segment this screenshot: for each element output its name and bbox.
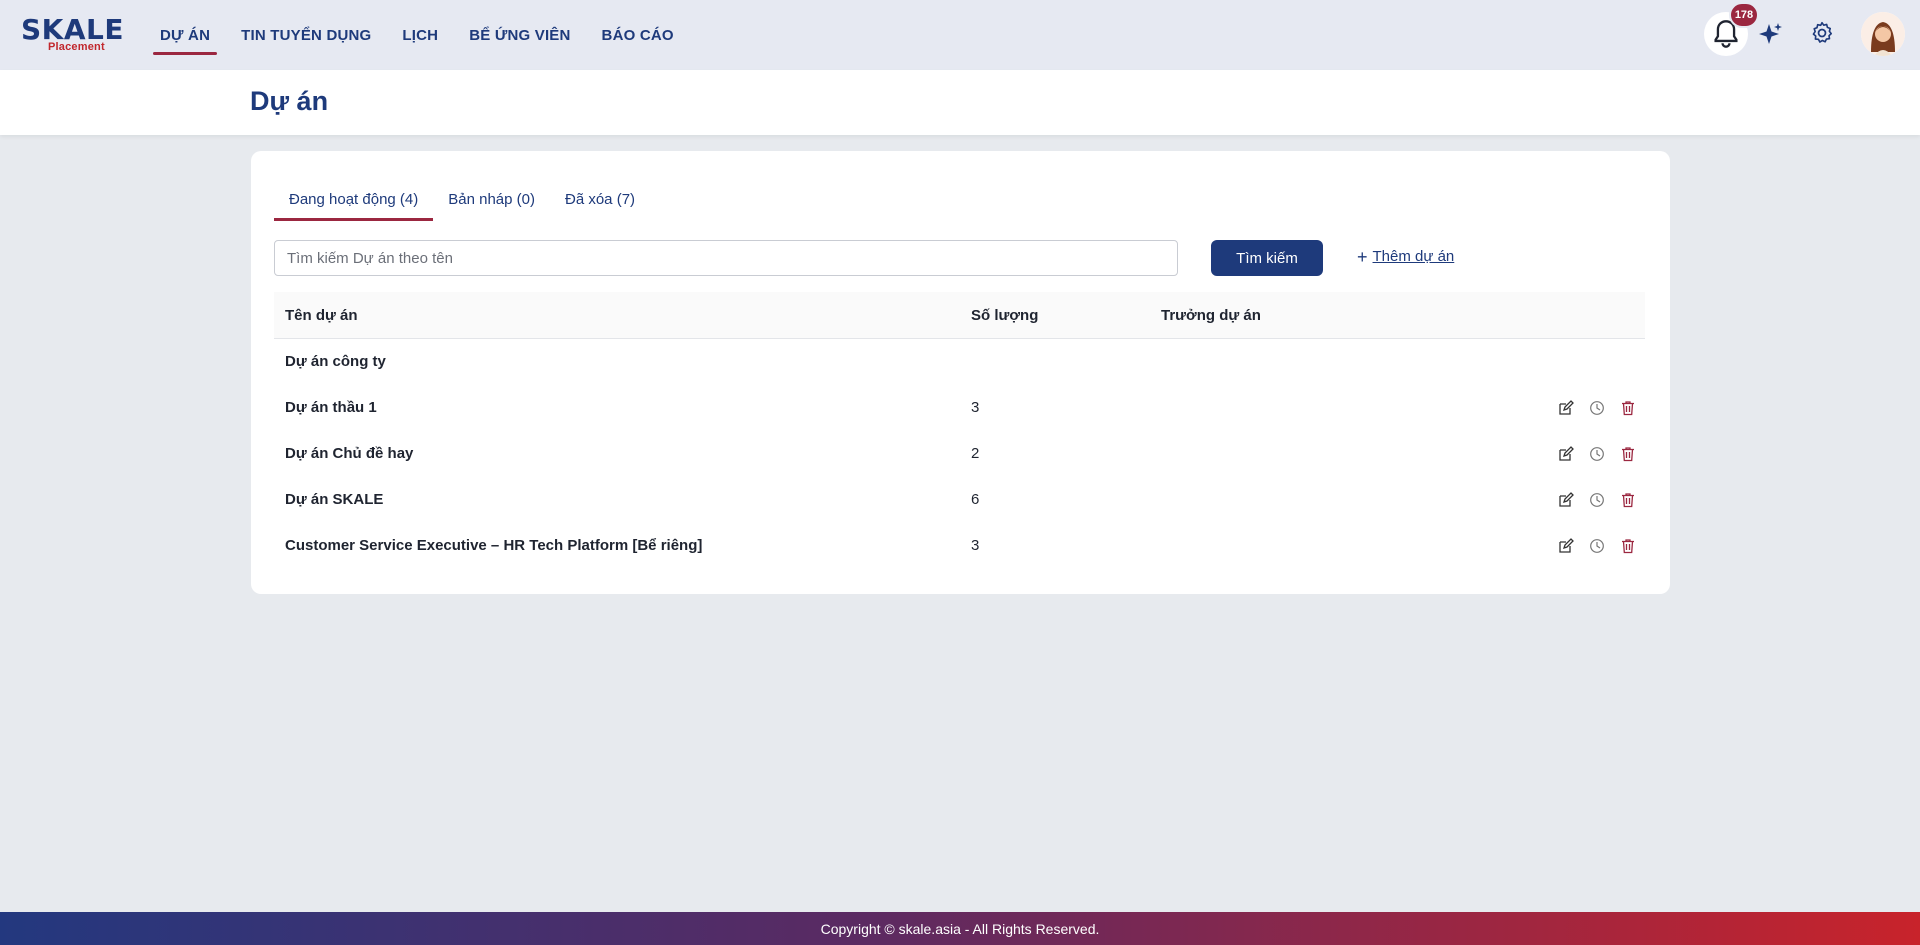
table-row[interactable]: Dự án thầu 1 3 — [274, 386, 1645, 432]
delete-icon[interactable] — [1618, 444, 1638, 464]
avatar-image — [1861, 12, 1905, 56]
row-actions — [1556, 536, 1649, 556]
project-quantity: 3 — [971, 399, 980, 416]
search-input[interactable] — [274, 240, 1178, 276]
tab-drafts[interactable]: Bản nháp (0) — [433, 183, 550, 221]
add-project-link[interactable]: + Thêm dự án — [1357, 246, 1455, 267]
row-actions — [1556, 490, 1649, 510]
project-quantity: 6 — [971, 491, 980, 508]
column-header-lead[interactable]: Trưởng dự án — [1161, 307, 1261, 324]
nav-item-du-an[interactable]: DỰ ÁN — [150, 0, 220, 70]
skale-logo[interactable]: SKALE Placement — [21, 13, 125, 56]
nav-item-tin-tuyen-dung[interactable]: TIN TUYỂN DỤNG — [231, 0, 381, 70]
project-status-tabs: Đang hoạt động (4) Bản nháp (0) Đã xóa (… — [274, 183, 650, 221]
column-header-name[interactable]: Tên dự án — [285, 307, 358, 324]
table-row[interactable]: Dự án SKALE 6 — [274, 478, 1645, 524]
history-icon[interactable] — [1587, 490, 1607, 510]
project-quantity: 2 — [971, 445, 980, 462]
notification-badge: 178 — [1729, 2, 1759, 28]
table-row[interactable]: Dự án Chủ đề hay 2 — [274, 432, 1645, 478]
nav-item-lich[interactable]: LỊCH — [392, 0, 448, 70]
tab-active-projects[interactable]: Đang hoạt động (4) — [274, 183, 434, 221]
project-name[interactable]: Dự án Chủ đề hay — [285, 445, 413, 462]
footer: Copyright © skale.asia - All Rights Rese… — [0, 912, 1920, 945]
plus-icon: + — [1357, 246, 1368, 267]
column-header-quantity[interactable]: Số lượng — [971, 307, 1038, 324]
delete-icon[interactable] — [1618, 490, 1638, 510]
add-project-label: Thêm dự án — [1372, 248, 1455, 265]
table-header: Tên dự án Số lượng Trưởng dự án — [274, 292, 1645, 339]
table-row[interactable]: Dự án công ty — [274, 340, 1645, 386]
project-name[interactable]: Dự án SKALE — [285, 491, 383, 508]
copyright-text: Copyright © skale.asia - All Rights Rese… — [820, 920, 1100, 937]
project-name[interactable]: Customer Service Executive – HR Tech Pla… — [285, 537, 702, 554]
history-icon[interactable] — [1587, 536, 1607, 556]
delete-icon[interactable] — [1618, 398, 1638, 418]
row-actions — [1556, 444, 1649, 464]
logo-subtitle: Placement — [48, 41, 105, 53]
history-icon[interactable] — [1587, 398, 1607, 418]
project-quantity: 3 — [971, 537, 980, 554]
edit-icon[interactable] — [1556, 536, 1576, 556]
nav-item-be-ung-vien[interactable]: BỂ ỨNG VIÊN — [459, 0, 580, 70]
search-button[interactable]: Tìm kiếm — [1211, 240, 1323, 276]
edit-icon[interactable] — [1556, 444, 1576, 464]
edit-icon[interactable] — [1556, 490, 1576, 510]
page-title: Dự án — [250, 86, 329, 116]
table-row[interactable]: Customer Service Executive – HR Tech Pla… — [274, 524, 1645, 570]
tab-deleted[interactable]: Đã xóa (7) — [550, 183, 650, 221]
project-name[interactable]: Dự án thầu 1 — [285, 399, 377, 416]
history-icon[interactable] — [1587, 444, 1607, 464]
sparkle-icon[interactable] — [1758, 22, 1784, 48]
nav-item-bao-cao[interactable]: BÁO CÁO — [592, 0, 684, 70]
delete-icon[interactable] — [1618, 536, 1638, 556]
gear-icon[interactable] — [1809, 20, 1835, 46]
main-nav: DỰ ÁN TIN TUYỂN DỤNG LỊCH BỂ ỨNG VIÊN BÁ… — [150, 0, 695, 70]
logo-wordmark: SKALE — [21, 13, 125, 46]
top-navbar: SKALE Placement DỰ ÁN TIN TUYỂN DỤNG LỊC… — [0, 0, 1920, 70]
project-name[interactable]: Dự án công ty — [285, 353, 386, 370]
user-avatar[interactable] — [1861, 12, 1905, 56]
row-actions — [1556, 398, 1649, 418]
edit-icon[interactable] — [1556, 398, 1576, 418]
